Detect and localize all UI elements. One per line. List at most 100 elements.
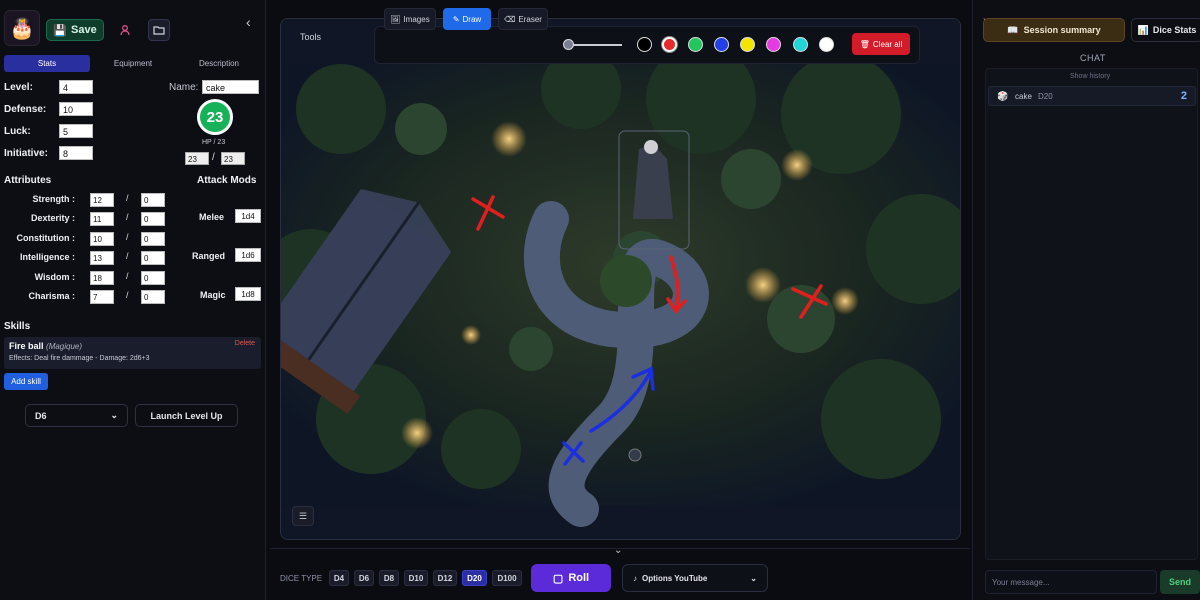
attribute-row: Intelligence : 13 / 0 [0,251,180,267]
attribute-row: Dexterity : 11 / 0 [0,212,180,228]
user-icon[interactable] [114,19,136,41]
chevron-left-icon[interactable]: ‹ [246,14,251,30]
battle-map-image [281,19,960,539]
tab-description[interactable]: Description [176,55,262,72]
name-input[interactable]: cake [202,80,259,94]
eraser-button[interactable]: ⌫ Eraser [498,8,548,30]
app-root: 🎂 💾 Save ‹ Stats Equipment Description L… [0,0,1200,600]
attribute-name: Dexterity : [30,213,75,223]
session-summary-button[interactable]: 📖 Session summary [983,18,1125,42]
color-swatch[interactable] [766,37,781,52]
folder-icon[interactable] [148,19,170,41]
ranged-input[interactable]: 1d6 [235,248,261,262]
pencil-icon: ✎ [452,14,460,24]
draw-button[interactable]: ✎ Draw [443,8,491,30]
character-avatar[interactable]: 🎂 [4,10,40,46]
chat-input[interactable]: Your message... [985,570,1157,594]
attribute-name: Intelligence : [19,252,75,262]
music-note-icon: ♪ [633,573,637,583]
color-swatch[interactable] [688,37,703,52]
images-button[interactable]: 🖼 Images [384,8,436,30]
skill-type: (Magique) [46,342,83,351]
session-summary-label: Session summary [1023,25,1101,35]
initiative-input[interactable]: 8 [59,146,93,160]
chevron-down-icon[interactable]: ⌄ [614,545,622,556]
roll-button[interactable]: ▢ Roll [531,564,611,592]
send-button[interactable]: Send [1160,570,1200,594]
tab-equipment[interactable]: Equipment [90,55,176,72]
attributes-title: Attributes [4,175,52,186]
attribute-mod-input[interactable]: 0 [141,232,165,246]
delete-skill-button[interactable]: Delete [235,340,255,347]
color-swatch[interactable] [740,37,755,52]
die-d6[interactable]: D6 [354,570,374,586]
add-skill-button[interactable]: Add skill [4,373,48,390]
magic-label: Magic [200,290,226,300]
color-swatch[interactable] [662,37,677,52]
map-canvas[interactable] [280,18,961,540]
dice-select-value: D6 [35,410,47,421]
chat-title: CHAT [1080,53,1106,63]
show-history-link[interactable]: Show history [1070,73,1110,80]
dice-icon: ▢ [552,572,564,585]
attribute-value-input[interactable]: 10 [90,232,114,246]
attribute-name: Wisdom : [34,272,75,282]
name-label: Name: [169,82,199,93]
eraser-icon: ⌫ [504,14,516,24]
clear-all-button[interactable]: 🗑 Clear all [852,33,910,55]
skill-effects: Effects: Deal fire dammage - Damage: 2d6… [9,355,150,362]
attribute-mod-input[interactable]: 0 [141,251,165,265]
launch-level-up-button[interactable]: Launch Level Up [135,404,238,427]
hp-badge: 23 [197,99,233,135]
color-swatch[interactable] [714,37,729,52]
notes-icon[interactable]: ☰ [292,506,314,526]
save-icon: 💾 [53,24,67,37]
die-d100[interactable]: D100 [492,570,522,586]
attack-mods-title: Attack Mods [197,175,257,186]
color-swatch[interactable] [637,37,652,52]
dice-select[interactable]: D6 ⌄ [25,404,128,427]
luck-input[interactable]: 5 [59,124,93,138]
brush-size-slider[interactable] [566,44,622,46]
skill-name: Fire ball [9,341,44,351]
dice-stats-button[interactable]: 📊 Dice Stats [1131,18,1200,42]
chevron-down-icon: ⌄ [750,573,757,583]
attribute-value-input[interactable]: 18 [90,271,114,285]
color-swatch[interactable] [819,37,834,52]
attribute-value-input[interactable]: 12 [90,193,114,207]
attribute-row: Constitution : 10 / 0 [0,232,180,248]
hp-current-input[interactable]: 23 [185,152,209,165]
attribute-mod-input[interactable]: 0 [141,193,165,207]
melee-label: Melee [199,212,225,222]
die-d10[interactable]: D10 [404,570,428,586]
level-label: Level: [4,82,33,93]
save-button[interactable]: 💾 Save [46,19,104,41]
attribute-separator: / [126,232,129,242]
attribute-value-input[interactable]: 13 [90,251,114,265]
magic-input[interactable]: 1d8 [235,287,261,301]
tab-stats[interactable]: Stats [4,55,90,72]
dice-icon: 🎲 [997,91,1009,101]
color-swatch[interactable] [793,37,808,52]
attribute-mod-input[interactable]: 0 [141,212,165,226]
attribute-value-input[interactable]: 11 [90,212,114,226]
die-d8[interactable]: D8 [379,570,399,586]
die-d4[interactable]: D4 [329,570,349,586]
skill-card[interactable]: Fire ball (Magique) Delete Effects: Deal… [4,337,261,369]
attribute-value-input[interactable]: 7 [90,290,114,304]
attribute-mod-input[interactable]: 0 [141,271,165,285]
die-d20[interactable]: D20 [462,570,487,586]
defense-input[interactable]: 10 [59,102,93,116]
clear-all-label: Clear all [872,39,903,49]
melee-input[interactable]: 1d4 [235,209,261,223]
chevron-down-icon: ⌄ [110,410,118,420]
bar-chart-icon: 📊 [1137,24,1149,35]
attribute-separator: / [126,251,129,261]
level-input[interactable]: 4 [59,80,93,94]
die-d12[interactable]: D12 [433,570,457,586]
brush-size-slider-handle[interactable] [563,39,574,50]
hp-max-input[interactable]: 23 [221,152,245,165]
attribute-mod-input[interactable]: 0 [141,290,165,304]
youtube-options-select[interactable]: ♪ Options YouTube ⌄ [622,564,768,592]
image-icon: 🖼 [390,14,401,24]
